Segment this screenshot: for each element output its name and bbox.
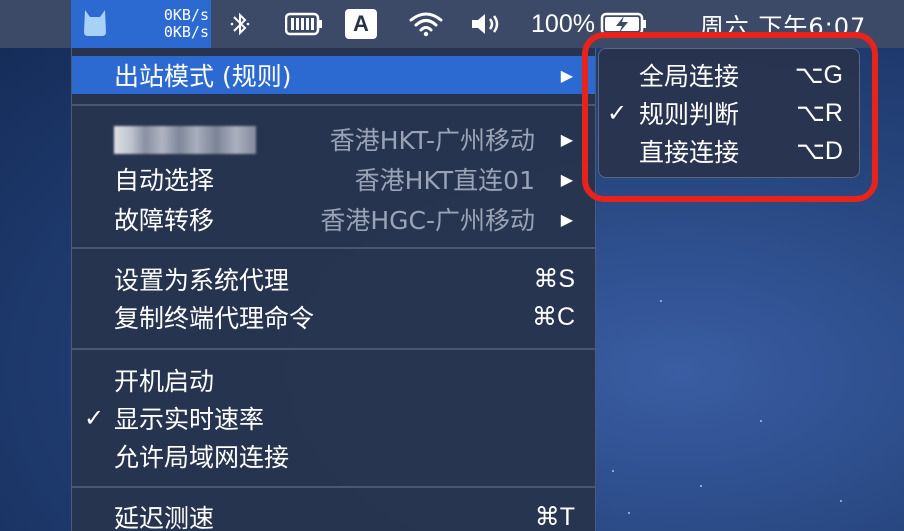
volume-icon[interactable] — [466, 0, 506, 48]
proxy-group-value: 香港HKT-广州移动 — [329, 126, 535, 155]
menu-item-auto-select[interactable]: 自动选择 香港HKT直连01 ▶ — [72, 160, 595, 198]
desktop-star — [660, 300, 662, 302]
menu-separator — [72, 486, 595, 488]
checkmark-icon: ✓ — [84, 404, 105, 432]
submenu-arrow-icon: ▶ — [560, 209, 573, 229]
network-speed: 0KB/s 0KB/s — [151, 7, 209, 41]
menu-item-failover[interactable]: 故障转移 香港HGC-广州移动 ▶ — [72, 200, 595, 238]
auto-select-label: 自动选择 — [114, 166, 215, 195]
menu-separator — [72, 348, 595, 350]
menu-item-proxy-group[interactable]: 香港HKT-广州移动 ▶ — [72, 120, 595, 158]
menu-item-allow-lan[interactable]: 允许局域网连接 — [72, 437, 595, 475]
wifi-icon[interactable] — [404, 0, 448, 48]
menu-item-launch-at-login[interactable]: 开机启动 — [72, 361, 595, 399]
set-system-proxy-shortcut: ⌘S — [533, 265, 575, 293]
failover-value: 香港HGC-广州移动 — [320, 206, 535, 235]
latency-test-label: 延迟测速 — [114, 504, 215, 531]
submenu-arrow-icon: ▶ — [560, 169, 573, 189]
allow-lan-label: 允许局域网连接 — [114, 443, 290, 472]
latency-test-shortcut: ⌘T — [534, 503, 575, 531]
failover-label: 故障转移 — [114, 206, 215, 235]
outbound-mode-label: 出站模式 (规则) — [114, 62, 292, 91]
menu-separator — [72, 104, 595, 106]
upload-speed: 0KB/s — [163, 6, 209, 24]
menu-item-show-speed[interactable]: ✓ 显示实时速率 — [72, 399, 595, 437]
menu-item-copy-terminal-command[interactable]: 复制终端代理命令 ⌘C — [72, 298, 595, 336]
bluetooth-icon[interactable] — [226, 0, 254, 48]
desktop-star — [628, 512, 630, 514]
input-source-icon[interactable]: A — [344, 0, 378, 48]
desktop-star — [760, 420, 762, 422]
input-source-label: A — [345, 9, 377, 39]
launch-at-login-label: 开机启动 — [114, 367, 215, 396]
menu-item-outbound-mode[interactable]: 出站模式 (规则) ▶ — [72, 56, 595, 94]
set-system-proxy-label: 设置为系统代理 — [114, 266, 290, 295]
submenu-arrow-icon: ▶ — [560, 129, 573, 149]
submenu-arrow-icon: ▶ — [560, 65, 573, 85]
menu-item-latency-test[interactable]: 延迟测速 ⌘T — [72, 498, 595, 531]
desktop-star — [700, 485, 702, 487]
download-speed: 0KB/s — [163, 23, 209, 41]
keyboard-battery-icon[interactable] — [282, 0, 326, 48]
menu-item-set-system-proxy[interactable]: 设置为系统代理 ⌘S — [72, 260, 595, 298]
desktop-star — [840, 500, 842, 502]
copy-terminal-shortcut: ⌘C — [531, 303, 575, 331]
copy-terminal-label: 复制终端代理命令 — [114, 304, 315, 333]
menu-separator — [72, 247, 595, 249]
surge-dropdown-menu: 出站模式 (规则) ▶ 香港HKT-广州移动 ▶ 自动选择 香港HKT直连01 … — [71, 48, 596, 531]
redacted-group-name — [114, 126, 256, 154]
cat-icon — [84, 10, 106, 36]
show-speed-label: 显示实时速率 — [114, 405, 265, 434]
auto-select-value: 香港HKT直连01 — [354, 166, 535, 195]
annotation-highlight-box — [582, 32, 878, 202]
desktop-star — [612, 470, 614, 472]
surge-status-item[interactable]: 0KB/s 0KB/s — [71, 0, 211, 48]
